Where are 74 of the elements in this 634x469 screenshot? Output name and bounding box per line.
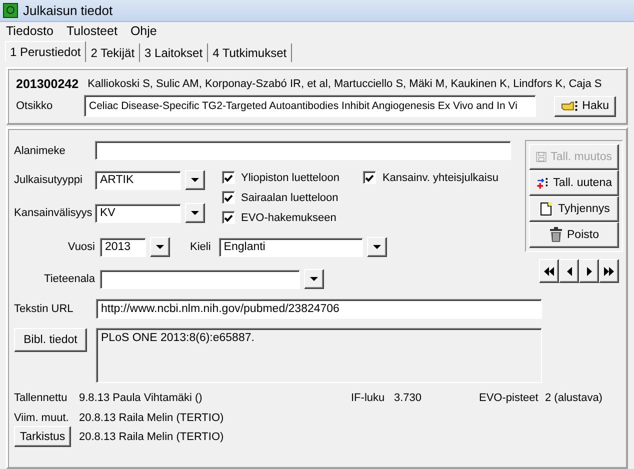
checkbox[interactable]: [222, 171, 235, 184]
field-label: Viim. muut.: [14, 412, 70, 424]
field-label: Kansainvälisyys: [14, 207, 94, 219]
dropdown-button[interactable]: [185, 170, 205, 190]
dropdown-button[interactable]: [366, 237, 387, 257]
app-icon: [3, 3, 18, 18]
caret-icon: [191, 211, 199, 215]
action-button[interactable]: Tyhjennys: [529, 196, 619, 222]
modified-value: 20.8.13 Raila Melin (TERTIO): [79, 412, 224, 424]
caret-icon: [372, 245, 381, 249]
checkbox-label: Sairaalan luetteloon: [241, 192, 338, 204]
bibliography-field[interactable]: PLoS ONE 2013:8(6):e65887.: [96, 328, 542, 383]
checkbox[interactable]: [222, 211, 235, 224]
tab[interactable]: 3 Laitokset: [140, 43, 208, 62]
caret-icon: [156, 245, 164, 249]
first-icon: [544, 266, 554, 276]
evo-value: 2 (alustava): [545, 392, 602, 404]
checkmark-icon: [224, 174, 233, 182]
checkmark-icon: [365, 174, 374, 182]
menu-item[interactable]: Tulosteet: [66, 24, 118, 38]
previous-button[interactable]: [559, 259, 579, 283]
dropdown-button[interactable]: [150, 237, 170, 257]
trash-can-icon: [549, 227, 564, 243]
saved-value: 9.8.13 Paula Vihtamäki (): [79, 392, 204, 404]
arrow-plus-icon: [536, 175, 550, 191]
menu-item[interactable]: Tiedosto: [6, 24, 54, 38]
field-label: Kieli: [190, 241, 211, 253]
internationality-field[interactable]: KV: [95, 204, 181, 222]
bibliography-button[interactable]: Bibl. tiedot: [14, 328, 87, 352]
checkmark-icon: [224, 214, 233, 222]
url-field[interactable]: http://www.ncbi.nlm.nih.gov/pubmed/23824706: [96, 299, 542, 319]
check-value: 20.8.13 Raila Melin (TERTIO): [79, 430, 224, 442]
language-field[interactable]: Englanti: [218, 238, 363, 256]
checkbox[interactable]: [222, 191, 235, 204]
checkbox-label: Kansainv. yhteisjulkaisu: [382, 172, 498, 184]
field-label: Tallennettu: [14, 392, 68, 404]
field-label: Tekstin URL: [14, 303, 74, 315]
check-button[interactable]: Tarkistus: [14, 426, 71, 447]
tab[interactable]: 1 Perustiedot: [5, 41, 86, 62]
checkbox-label: Yliopiston luetteloon: [241, 172, 340, 184]
checkbox-label: EVO-hakemukseen: [241, 212, 336, 224]
field-label: Tieteenala: [43, 273, 96, 285]
publication-id: 201300242: [16, 77, 79, 91]
subtitle-field[interactable]: [95, 141, 511, 160]
title-field[interactable]: Celiac Disease-Specific TG2-Targeted Autoantibodies Inhibit Angiogenesis Ex Vivo and In Vi: [84, 95, 536, 117]
menu-item[interactable]: Ohje: [130, 24, 157, 38]
field-label: Julkaisutyyppi: [14, 174, 84, 186]
tab[interactable]: 2 Tekijät: [86, 43, 140, 62]
tab[interactable]: 4 Tutkimukset: [208, 43, 292, 62]
last-icon: [604, 266, 614, 276]
checkmark-icon: [224, 194, 233, 202]
search-button[interactable]: Haku: [554, 96, 616, 116]
field-label: Otsikko: [16, 100, 54, 112]
science-field[interactable]: [100, 270, 300, 288]
dropdown-button[interactable]: [304, 269, 324, 289]
type-field[interactable]: ARTIK: [95, 170, 181, 190]
field-label: Vuosi: [66, 241, 96, 253]
checkbox[interactable]: [363, 171, 376, 184]
action-button[interactable]: Poisto: [529, 222, 619, 248]
document-icon: [538, 201, 554, 217]
authors-text: Kalliokoski S, Sulic AM, Korponay-Szabó IR, et al, Martucciello S, Mäki M, Kaukinen K, Lindfors K, Caja S: [88, 78, 602, 90]
last-button[interactable]: [599, 259, 619, 283]
field-label: IF-luku: [351, 392, 386, 404]
year-field[interactable]: 2013: [100, 238, 146, 256]
dropdown-button[interactable]: [185, 203, 205, 223]
action-button[interactable]: Tall. uutena: [529, 170, 619, 196]
first-button[interactable]: [539, 259, 559, 283]
field-label: Alanimeke: [14, 144, 66, 156]
window-title: Julkaisun tiedot: [23, 3, 113, 18]
caret-icon: [310, 277, 318, 281]
impact-value: 3.730: [394, 392, 423, 404]
next-button[interactable]: [579, 259, 599, 283]
caret-icon: [191, 178, 199, 182]
field-label: EVO-pisteet: [479, 392, 540, 404]
